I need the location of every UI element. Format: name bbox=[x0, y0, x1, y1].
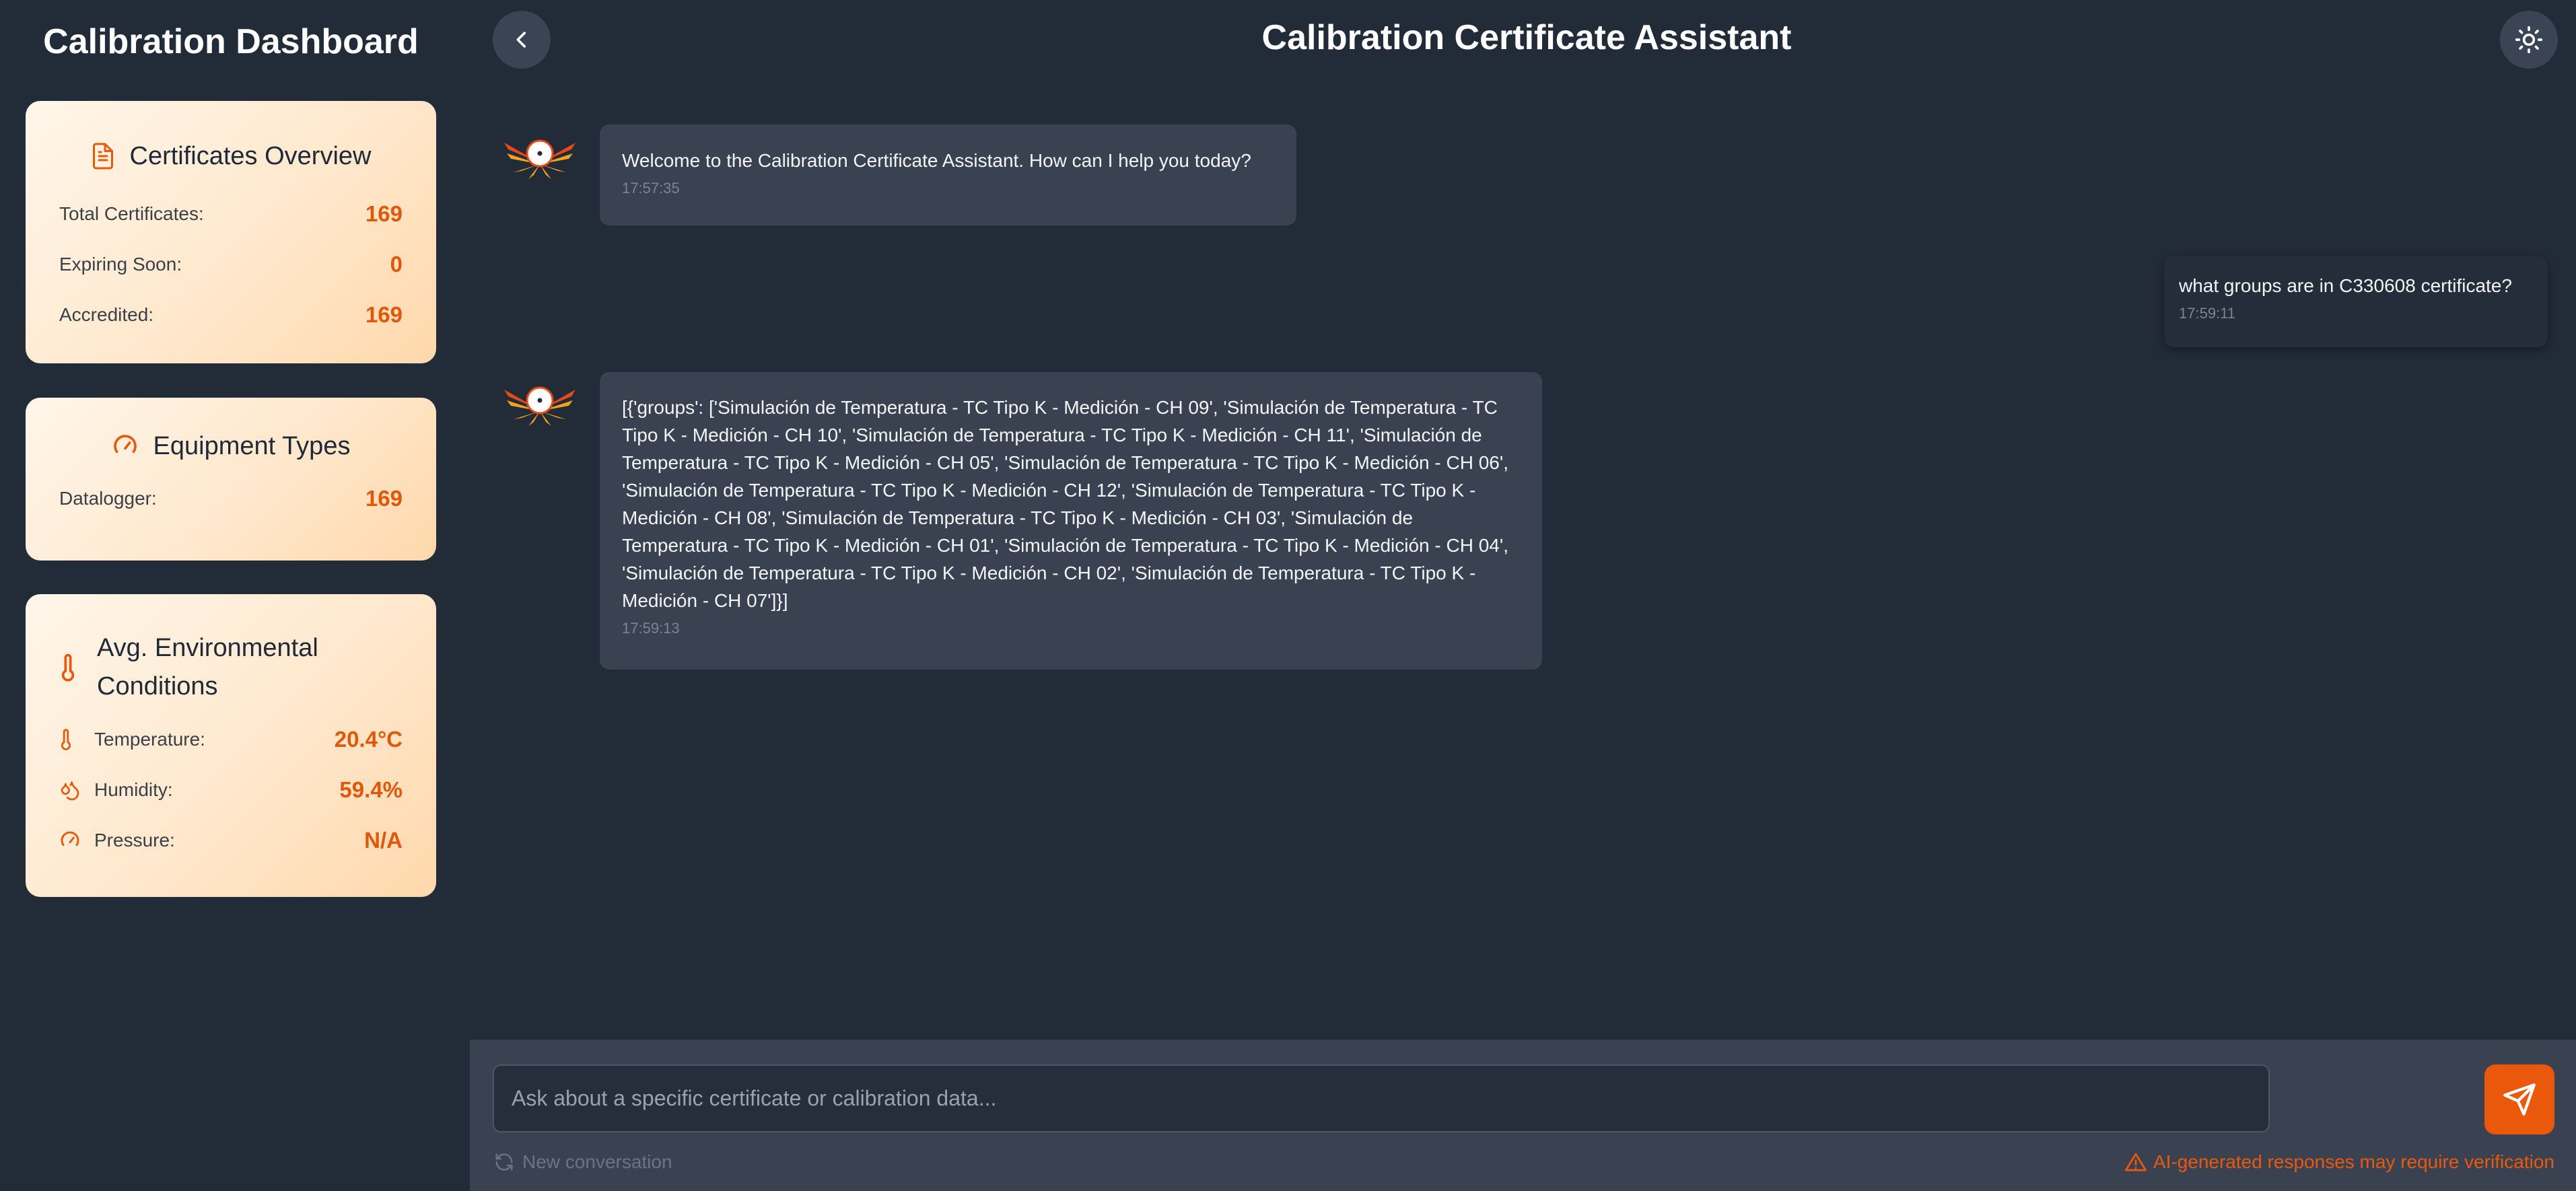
page-title: Calibration Certificate Assistant bbox=[1261, 18, 1792, 57]
environmental-conditions-card: Avg. Environmental Conditions Temperatur… bbox=[26, 594, 436, 897]
sidebar-title: Calibration Dashboard bbox=[43, 22, 419, 61]
stat-value: 20.4°C bbox=[334, 726, 403, 752]
stat-label: Humidity: bbox=[94, 779, 173, 800]
equipment-types-card: Equipment Types Datalogger: 169 bbox=[26, 398, 436, 561]
stat-value: 0 bbox=[390, 251, 403, 277]
stat-row-pressure: Pressure: N/A bbox=[59, 815, 403, 865]
assistant-message: Welcome to the Calibration Certificate A… bbox=[600, 124, 1296, 225]
stat-label: Temperature: bbox=[94, 728, 205, 750]
message-timestamp: 17:59:13 bbox=[622, 620, 680, 637]
send-icon bbox=[2502, 1082, 2537, 1117]
assistant-avatar bbox=[501, 133, 578, 180]
assistant-avatar bbox=[501, 380, 578, 427]
equipment-types-title: Equipment Types bbox=[153, 431, 351, 460]
environmental-conditions-header: Avg. Environmental Conditions bbox=[59, 629, 403, 706]
stat-label: Expiring Soon: bbox=[59, 253, 182, 275]
send-button[interactable] bbox=[2484, 1064, 2554, 1134]
stat-label: Total Certificates: bbox=[59, 203, 204, 224]
chevron-left-icon bbox=[510, 28, 533, 51]
stat-value: 59.4% bbox=[339, 777, 403, 802]
stat-label: Accredited: bbox=[59, 303, 154, 325]
thermometer-icon bbox=[59, 653, 97, 682]
stat-row-temperature: Temperature: 20.4°C bbox=[59, 714, 403, 764]
stat-row-humidity: Humidity: 59.4% bbox=[59, 764, 403, 815]
document-icon bbox=[91, 141, 115, 171]
warning-icon bbox=[2124, 1152, 2147, 1172]
stat-value: 169 bbox=[365, 301, 403, 327]
stat-value: 169 bbox=[365, 201, 403, 226]
theme-toggle-button[interactable] bbox=[2500, 11, 2558, 69]
stat-value: N/A bbox=[364, 827, 403, 853]
sidebar: Calibration Dashboard Certificates Overv… bbox=[0, 0, 470, 1191]
stat-label: Datalogger: bbox=[59, 487, 157, 509]
gauge-icon bbox=[112, 433, 139, 460]
message-text: [{'groups': ['Simulación de Temperatura … bbox=[622, 397, 1508, 611]
thermometer-icon bbox=[59, 728, 94, 751]
message-timestamp: 17:59:11 bbox=[2179, 305, 2236, 322]
refresh-icon bbox=[494, 1152, 514, 1172]
composer-panel: New conversation AI-generated responses … bbox=[470, 1040, 2576, 1191]
back-button[interactable] bbox=[493, 11, 551, 69]
stat-row-datalogger: Datalogger: 169 bbox=[59, 473, 403, 524]
gauge-icon bbox=[59, 830, 94, 851]
user-message: what groups are in C330608 certificate? … bbox=[2164, 256, 2548, 347]
stat-value: 169 bbox=[365, 485, 403, 511]
certificates-overview-title: Certificates Overview bbox=[129, 141, 372, 170]
stat-row-total-certificates: Total Certificates: 169 bbox=[59, 188, 403, 239]
ai-warning-text: AI-generated responses may require verif… bbox=[2153, 1151, 2554, 1172]
stat-row-accredited: Accredited: 169 bbox=[59, 289, 403, 340]
chat-input[interactable] bbox=[493, 1064, 2270, 1132]
assistant-message: [{'groups': ['Simulación de Temperatura … bbox=[600, 372, 1542, 670]
certificates-overview-header: Certificates Overview bbox=[59, 129, 403, 183]
new-conversation-label: New conversation bbox=[522, 1151, 672, 1172]
stat-row-expiring-soon: Expiring Soon: 0 bbox=[59, 239, 403, 289]
message-text: what groups are in C330608 certificate? bbox=[2179, 275, 2512, 296]
droplets-icon bbox=[59, 779, 94, 801]
certificates-overview-card: Certificates Overview Total Certificates… bbox=[26, 101, 436, 363]
stat-label: Pressure: bbox=[94, 829, 175, 851]
sun-icon bbox=[2514, 25, 2544, 55]
ai-warning: AI-generated responses may require verif… bbox=[2124, 1151, 2554, 1173]
equipment-types-header: Equipment Types bbox=[59, 419, 403, 473]
message-timestamp: 17:57:35 bbox=[622, 180, 680, 196]
message-text: Welcome to the Calibration Certificate A… bbox=[622, 150, 1251, 171]
new-conversation-button[interactable]: New conversation bbox=[494, 1151, 672, 1173]
environmental-conditions-title: Avg. Environmental Conditions bbox=[97, 634, 318, 700]
